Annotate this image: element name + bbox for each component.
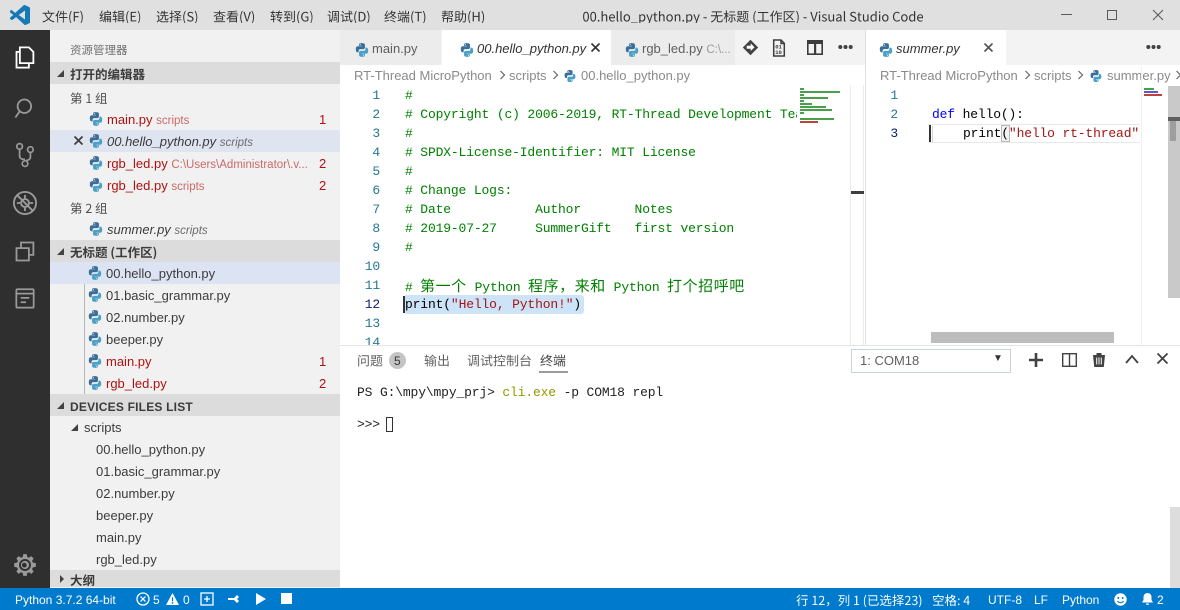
svg-text:10: 10	[775, 49, 782, 56]
